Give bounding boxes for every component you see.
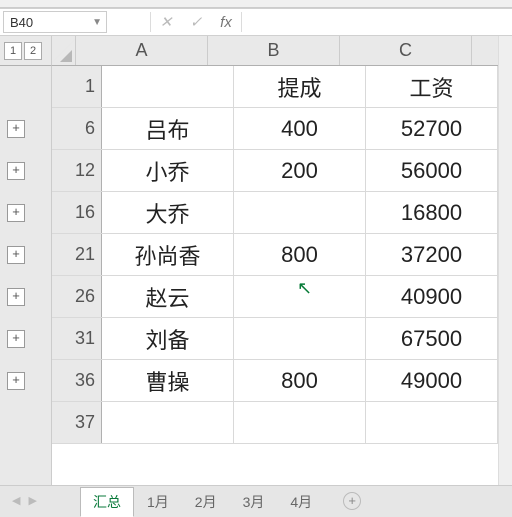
cell[interactable]: 小乔 [102,150,234,191]
table-row: 1 提成工资 [52,66,512,108]
select-all-triangle[interactable] [52,36,76,65]
outline-column: + + + + + + + [0,66,52,485]
spreadsheet-grid[interactable]: A B C 1提成工资6吕布4005270012小乔2005600016大乔16… [52,36,512,485]
cancel-icon: ✕ [151,13,181,31]
cell[interactable]: 52700 [366,108,498,149]
cell[interactable]: 刘备 [102,318,234,359]
cell[interactable]: 赵云 [102,276,234,317]
cell[interactable]: 67500 [366,318,498,359]
cell[interactable]: 800 [234,234,366,275]
cell[interactable] [366,402,498,443]
cell[interactable]: 曹操 [102,360,234,401]
cell[interactable]: 40900 [366,276,498,317]
cell[interactable]: 16800 [366,192,498,233]
table-row: 36曹操80049000 [52,360,512,402]
table-row: 21孙尚香80037200 [52,234,512,276]
table-row: 37 [52,402,512,444]
cell[interactable]: 大乔 [102,192,234,233]
outline-expand-button[interactable]: + [7,204,25,222]
cell[interactable]: 800 [234,360,366,401]
row-header[interactable]: 6 [52,108,102,149]
tab-nav-next-icon[interactable]: ▶ [28,494,36,507]
cell[interactable]: 孙尚香 [102,234,234,275]
column-header-row: A B C [52,36,512,66]
table-row: 31刘备 67500 [52,318,512,360]
outline-expand-button[interactable]: + [7,372,25,390]
ribbon-remnant [0,0,512,8]
row-header[interactable]: 12 [52,150,102,191]
tab-nav-prev-icon[interactable]: ◀ [12,494,20,507]
cell[interactable]: 400 [234,108,366,149]
outline-expand-button[interactable]: + [7,288,25,306]
name-box[interactable]: B40 ▼ [3,11,107,33]
sheet-tab[interactable]: 4月 [277,487,325,517]
add-sheet-button[interactable]: + [343,492,361,510]
name-box-dropdown-icon[interactable]: ▼ [92,17,102,28]
cell[interactable]: 37200 [366,234,498,275]
row-header[interactable]: 26 [52,276,102,317]
cell[interactable]: 56000 [366,150,498,191]
sheet-tab-bar: ◀ ▶ 汇总1月2月3月4月 + [0,485,512,515]
row-header[interactable]: 36 [52,360,102,401]
cell[interactable] [234,318,366,359]
fx-icon[interactable]: fx [211,14,241,31]
table-row: 12小乔20056000 [52,150,512,192]
cell[interactable] [234,276,366,317]
formula-input[interactable] [242,9,512,35]
column-header[interactable]: B [208,36,340,65]
vertical-scrollbar[interactable] [498,36,512,485]
table-row: 26赵云 40900 [52,276,512,318]
formula-bar: B40 ▼ ✕ ✓ fx [0,8,512,36]
sheet-tab[interactable]: 3月 [230,487,278,517]
row-header[interactable]: 1 [52,66,102,107]
outline-expand-button[interactable]: + [7,162,25,180]
cell[interactable]: 吕布 [102,108,234,149]
column-header[interactable]: A [76,36,208,65]
sheet-tab[interactable]: 汇总 [80,487,134,517]
outline-level-1[interactable]: 1 [4,42,22,60]
cell[interactable] [234,192,366,233]
sheet-tab[interactable]: 2月 [182,487,230,517]
row-header[interactable]: 16 [52,192,102,233]
cell[interactable]: 提成 [234,66,366,107]
name-box-value: B40 [10,15,33,30]
table-row: 6吕布40052700 [52,108,512,150]
outline-expand-button[interactable]: + [7,330,25,348]
sheet-tab[interactable]: 1月 [134,487,182,517]
row-header[interactable]: 37 [52,402,102,443]
column-header[interactable]: C [340,36,472,65]
cell[interactable]: 200 [234,150,366,191]
enter-icon: ✓ [181,13,211,31]
outline-expand-button[interactable]: + [7,120,25,138]
cell[interactable] [102,66,234,107]
outline-level-2[interactable]: 2 [24,42,42,60]
outline-expand-button[interactable]: + [7,246,25,264]
cell[interactable] [234,402,366,443]
row-header[interactable]: 21 [52,234,102,275]
cell[interactable]: 工资 [366,66,498,107]
row-header[interactable]: 31 [52,318,102,359]
table-row: 16大乔 16800 [52,192,512,234]
cell[interactable]: 49000 [366,360,498,401]
cell[interactable] [102,402,234,443]
outline-level-strip: 1 2 [0,36,52,66]
